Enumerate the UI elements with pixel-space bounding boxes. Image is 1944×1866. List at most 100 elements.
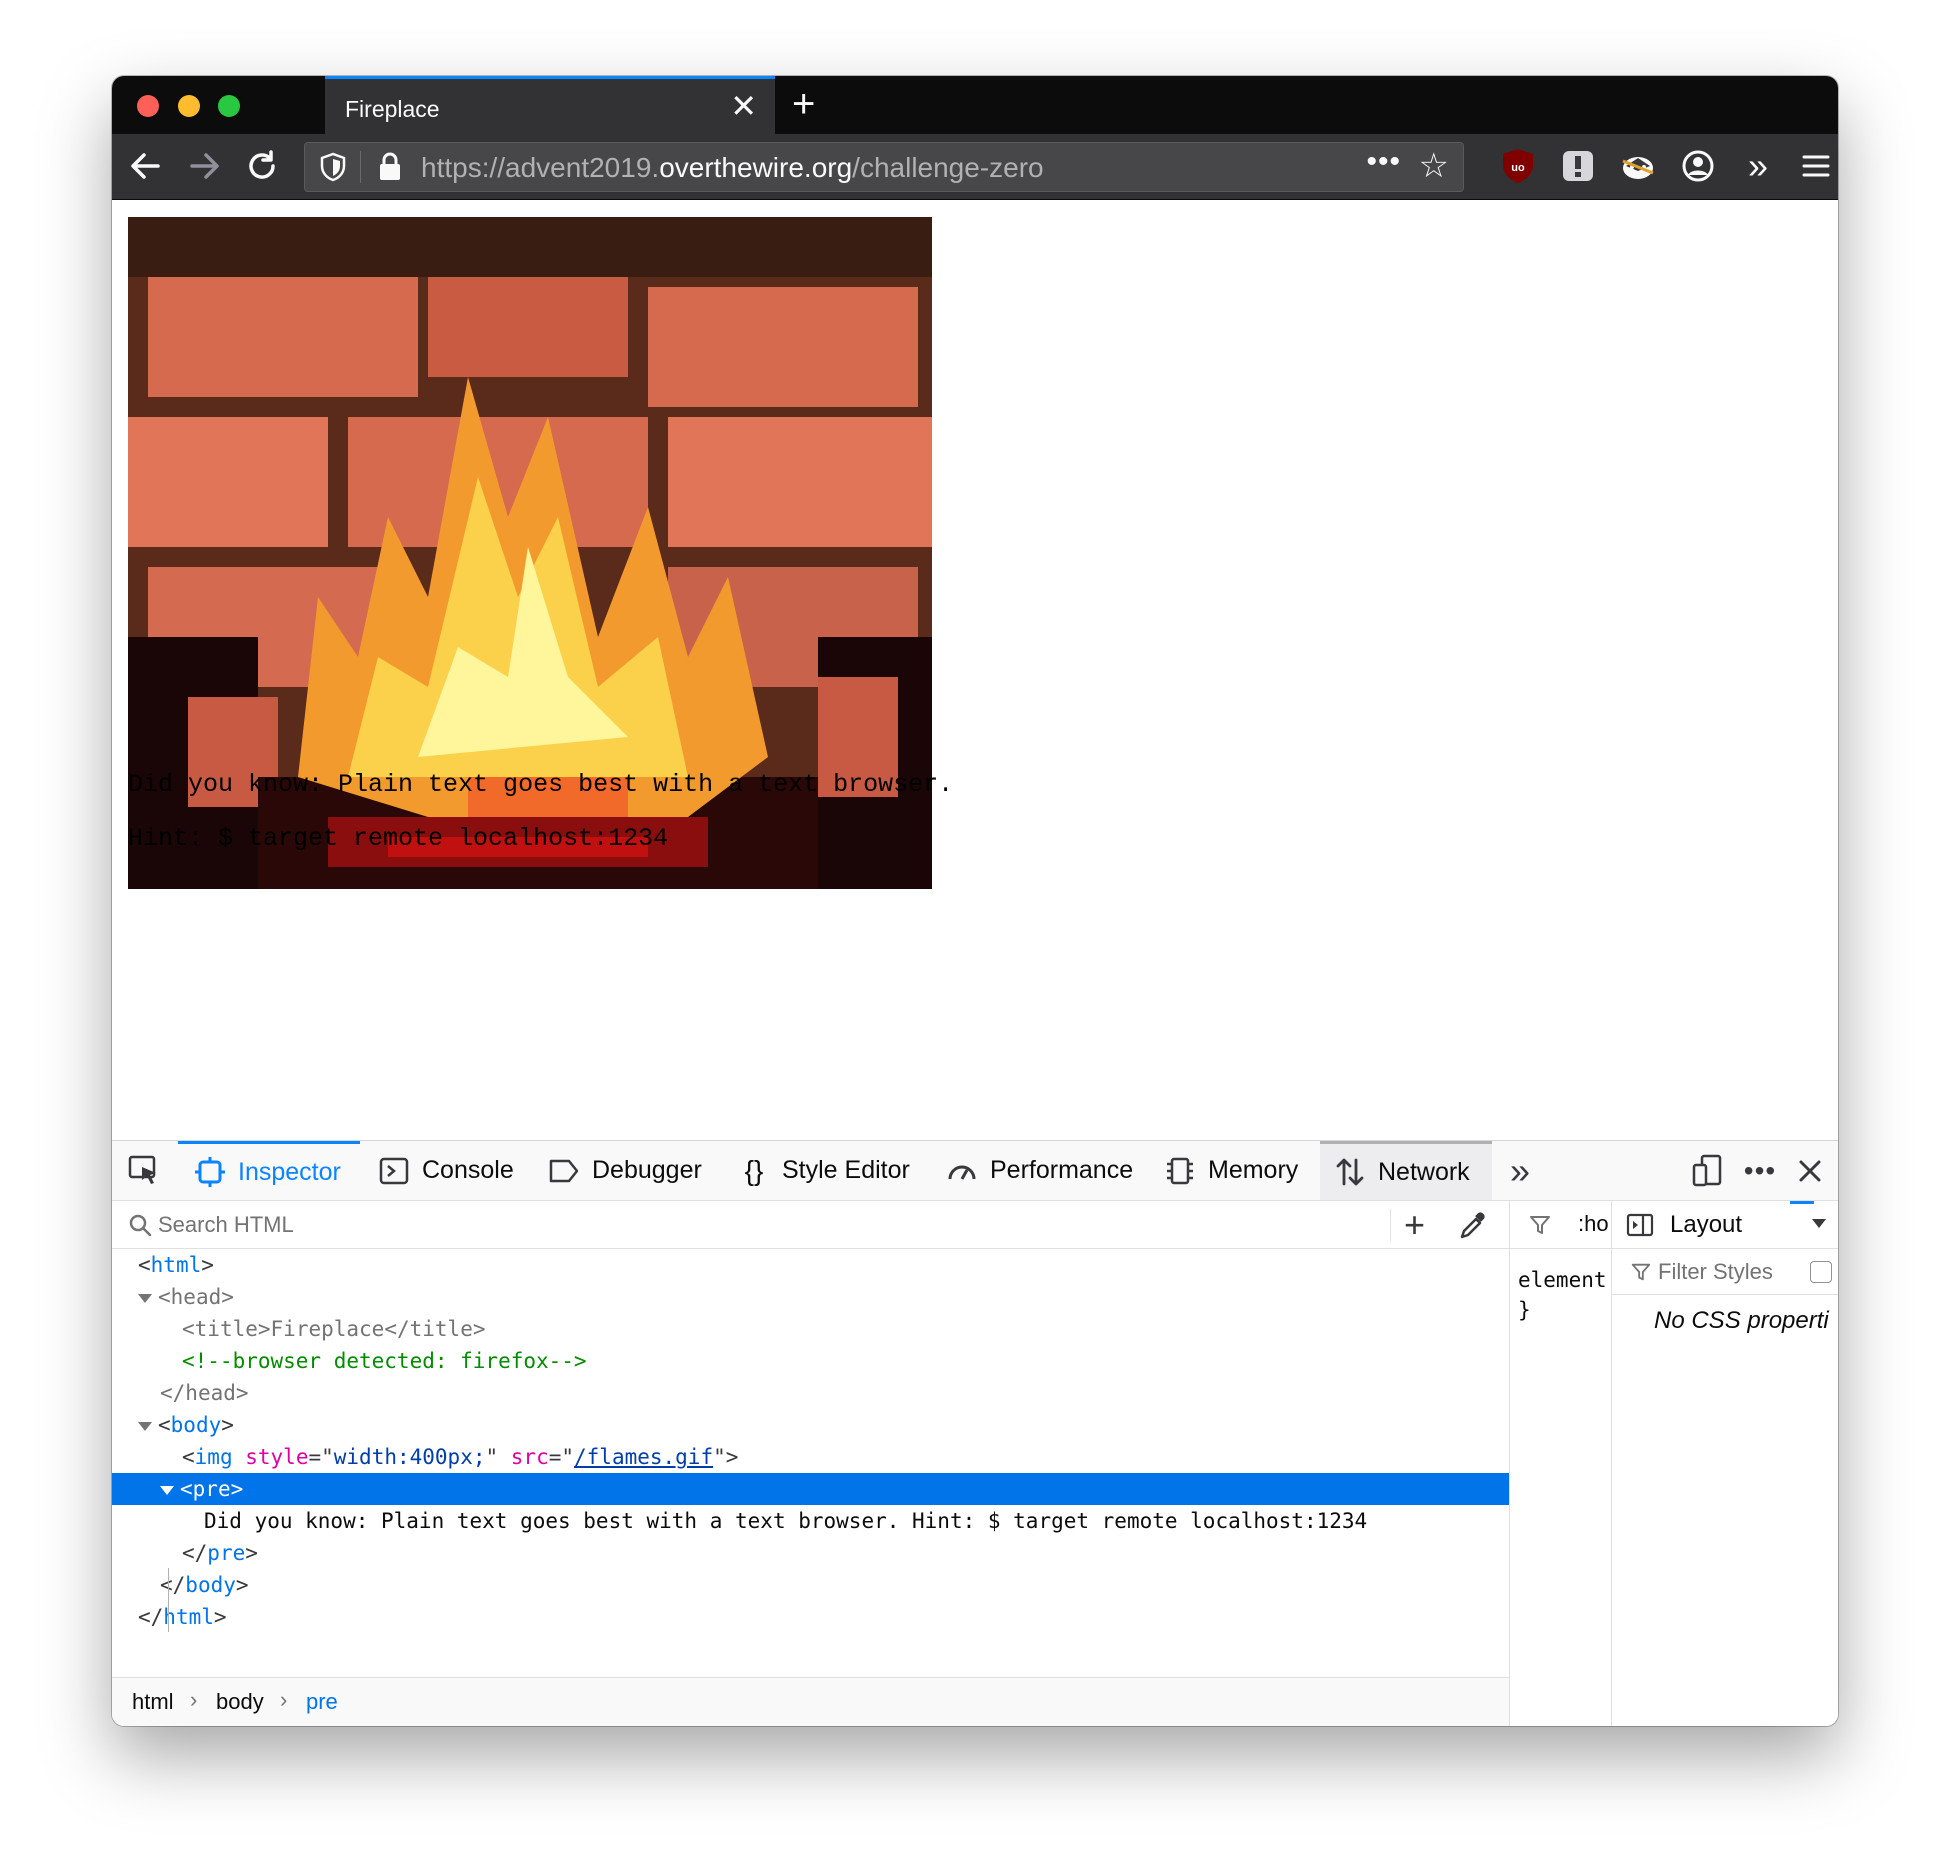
markup-view: + <html> <head> <title>Fireplace</title>…: [112, 1201, 1510, 1726]
overflow-chevron-icon[interactable]: »: [1736, 144, 1780, 188]
hamburger-menu-icon[interactable]: [1796, 146, 1836, 186]
responsive-design-mode-icon[interactable]: [1690, 1153, 1726, 1189]
browser-window: Fireplace ✕ + https://advent2019.overthe…: [112, 76, 1838, 1726]
tree-node-title[interactable]: <title>Fireplace</title>: [112, 1313, 1509, 1345]
network-arrows-icon: [1336, 1158, 1364, 1186]
twisty-expanded-icon: [138, 1293, 152, 1303]
url-bar[interactable]: https://advent2019.overthewire.org/chall…: [304, 142, 1464, 192]
tab-title: Fireplace: [345, 96, 440, 122]
forward-button[interactable]: [182, 144, 226, 188]
reload-icon: [249, 150, 275, 179]
toggle-sidebar-icon[interactable]: [1626, 1213, 1654, 1237]
tree-node-comment[interactable]: <!--browser detected: firefox-->: [112, 1345, 1509, 1377]
ublock-origin-icon[interactable]: uo: [1498, 146, 1538, 186]
breadcrumb-html[interactable]: html: [132, 1689, 174, 1715]
layout-tab-indicator: [1790, 1201, 1814, 1204]
rule-close-brace: }: [1518, 1298, 1531, 1322]
title-bar: Fireplace ✕ +: [112, 76, 1838, 134]
html-search-row: +: [112, 1201, 1509, 1249]
close-window-button[interactable]: [137, 95, 159, 117]
back-arrow-icon: [131, 153, 160, 179]
rules-filter-icon[interactable]: [1528, 1213, 1552, 1237]
tab-memory[interactable]: Memory: [1164, 1141, 1298, 1200]
tab-inspector-label: Inspector: [238, 1157, 341, 1186]
rules-toolbar: :ho: [1510, 1201, 1611, 1249]
layout-toolbar: Layout: [1612, 1201, 1838, 1249]
search-html-input[interactable]: [158, 1209, 1158, 1241]
tab-debugger[interactable]: Debugger: [548, 1141, 702, 1200]
element-picker-icon[interactable]: [126, 1153, 162, 1189]
back-button[interactable]: [124, 144, 168, 188]
tree-node-html-open[interactable]: <html>: [112, 1249, 1509, 1281]
hover-pseudo-toggle[interactable]: :ho: [1578, 1211, 1609, 1237]
rules-pane: :ho element }: [1510, 1201, 1612, 1726]
tree-node-head-open[interactable]: <head>: [112, 1281, 1509, 1313]
tree-node-html-close[interactable]: </html>: [112, 1601, 1509, 1633]
tree-indent-guide: [168, 1568, 169, 1632]
search-icon: [129, 1214, 152, 1237]
close-devtools-icon[interactable]: [1792, 1153, 1828, 1189]
tab-console[interactable]: Console: [378, 1141, 514, 1200]
browser-styles-checkbox[interactable]: [1810, 1261, 1832, 1283]
breadcrumb: html › body › pre: [112, 1677, 1509, 1726]
pre-line-hint: Hint: $ target remote localhost:1234: [128, 824, 669, 853]
zoom-window-button[interactable]: [218, 95, 240, 117]
flames-gif-link[interactable]: /flames.gif: [574, 1445, 713, 1469]
url-separator: [360, 151, 361, 183]
tab-inspector[interactable]: Inspector: [178, 1141, 360, 1200]
element-rule: element }: [1518, 1265, 1607, 1325]
tree-node-body-open[interactable]: <body>: [112, 1409, 1509, 1441]
twisty-expanded-icon: [138, 1421, 152, 1431]
tree-node-head-close[interactable]: </head>: [112, 1377, 1509, 1409]
privacy-badger-icon[interactable]: [1618, 146, 1658, 186]
tab-performance[interactable]: Performance: [946, 1141, 1133, 1200]
tracking-protection-shield-icon[interactable]: [319, 152, 347, 182]
new-tab-button[interactable]: +: [792, 80, 815, 128]
element-selector: element: [1518, 1268, 1607, 1292]
inspector-icon: [195, 1157, 225, 1187]
devtools-panel: Inspector Console Debugger {} Style Edit…: [112, 1140, 1838, 1726]
tree-node-img[interactable]: <img style="width:400px;" src="/flames.g…: [112, 1441, 1509, 1473]
account-icon[interactable]: [1678, 146, 1718, 186]
tab-performance-label: Performance: [990, 1156, 1134, 1184]
tab-fireplace[interactable]: Fireplace ✕: [325, 76, 775, 134]
pane-dropdown-icon[interactable]: [1812, 1219, 1826, 1228]
tab-style-editor-label: Style Editor: [782, 1156, 910, 1184]
url-text[interactable]: https://advent2019.overthewire.org/chall…: [421, 152, 1044, 184]
search-separator: [1390, 1209, 1391, 1241]
pre-line-did-you-know: Did you know: Plain text goes best with …: [128, 770, 954, 799]
eyedropper-icon[interactable]: [1458, 1211, 1488, 1241]
tab-style-editor[interactable]: {} Style Editor: [738, 1141, 910, 1200]
tree-node-pre-open-selected[interactable]: <pre>: [112, 1473, 1509, 1505]
forward-arrow-icon: [190, 153, 219, 179]
breadcrumb-separator-icon: ›: [190, 1687, 198, 1712]
extension-exclamation-icon[interactable]: [1558, 146, 1598, 186]
page-content: Did you know: Plain text goes best with …: [112, 200, 1838, 1140]
tree-node-body-close[interactable]: </body>: [112, 1569, 1509, 1601]
console-icon: [379, 1157, 409, 1184]
twisty-expanded-icon: [160, 1485, 174, 1495]
more-tools-chevron-icon[interactable]: »: [1502, 1153, 1538, 1189]
navigation-bar: https://advent2019.overthewire.org/chall…: [112, 134, 1838, 200]
devtools-toolbar: Inspector Console Debugger {} Style Edit…: [112, 1141, 1838, 1201]
filter-styles-input[interactable]: Filter Styles: [1658, 1259, 1773, 1285]
minimize-window-button[interactable]: [178, 95, 200, 117]
filter-styles-row: Filter Styles: [1612, 1249, 1838, 1295]
add-node-icon[interactable]: +: [1404, 1205, 1425, 1245]
breadcrumb-pre[interactable]: pre: [306, 1689, 338, 1715]
tab-console-label: Console: [422, 1156, 514, 1184]
tab-close-icon[interactable]: ✕: [730, 89, 757, 123]
svg-text:uo: uo: [1511, 162, 1525, 174]
breadcrumb-body[interactable]: body: [216, 1689, 264, 1715]
tab-layout[interactable]: Layout: [1670, 1211, 1742, 1239]
devtools-menu-dots-icon[interactable]: •••: [1742, 1153, 1778, 1189]
bookmark-star-icon[interactable]: ☆: [1419, 146, 1449, 186]
page-actions-menu-icon[interactable]: •••: [1366, 145, 1401, 179]
lock-icon[interactable]: [377, 152, 403, 182]
tab-network[interactable]: Network: [1320, 1141, 1492, 1200]
tree-node-pre-close[interactable]: </pre>: [112, 1537, 1509, 1569]
tree-node-pre-text[interactable]: Did you know: Plain text goes best with …: [112, 1505, 1509, 1537]
reload-button[interactable]: [240, 144, 284, 188]
breadcrumb-separator-icon: ›: [280, 1687, 288, 1712]
tab-network-label: Network: [1378, 1157, 1470, 1186]
